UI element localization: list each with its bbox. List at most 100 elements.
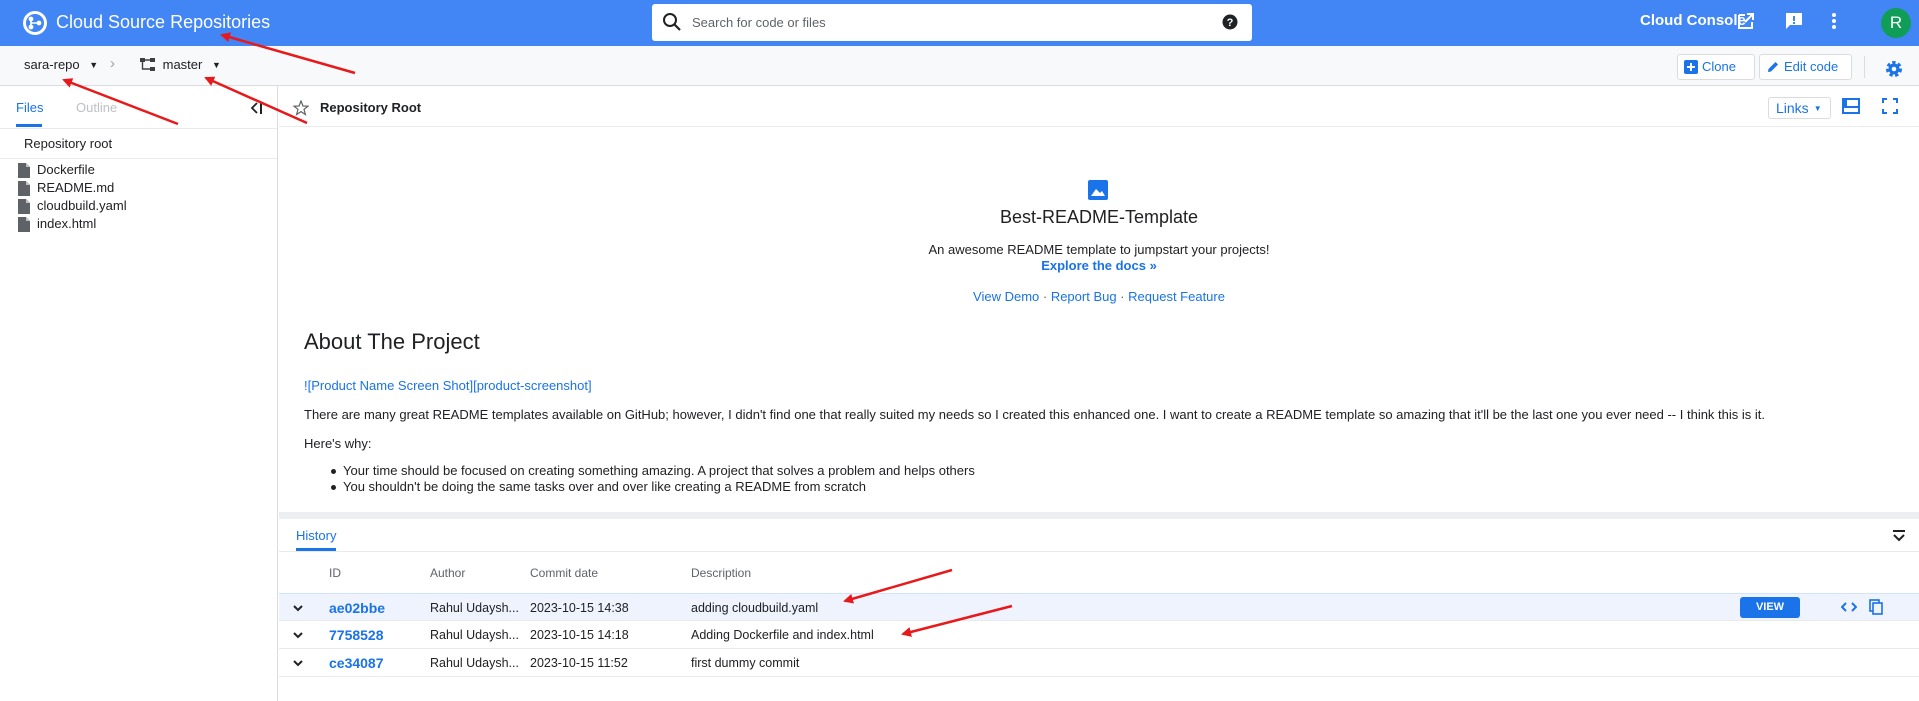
commit-author: Rahul Udaysh... <box>430 628 519 642</box>
main-panel: Repository Root Links ▼ Best-README-Templ… <box>279 86 1919 701</box>
tab-files[interactable]: Files <box>16 100 43 115</box>
app-header: Cloud Source Repositories ? Cloud Consol… <box>0 0 1919 46</box>
cloud-console-link[interactable]: Cloud Console <box>1640 12 1746 29</box>
copy-icon[interactable] <box>1869 599 1883 615</box>
commit-author: Rahul Udaysh... <box>430 656 519 670</box>
table-row[interactable]: 7758528 Rahul Udaysh... 2023-10-15 14:18… <box>279 621 1919 649</box>
branch-selector[interactable]: master ▼ <box>140 57 221 72</box>
tab-outline[interactable]: Outline <box>76 100 117 115</box>
caret-down-icon: ▼ <box>1813 104 1822 113</box>
report-bug-link[interactable]: Report Bug <box>1051 289 1117 304</box>
commit-description: first dummy commit <box>691 656 800 670</box>
link-separator: · <box>1116 289 1129 304</box>
commit-id-link[interactable]: ce34087 <box>329 655 384 671</box>
divider <box>1864 56 1865 78</box>
explore-docs-link[interactable]: Explore the docs » <box>279 258 1919 273</box>
search-icon <box>662 12 682 32</box>
repo-name: sara-repo <box>24 57 80 72</box>
commit-id-link[interactable]: ae02bbe <box>329 600 385 616</box>
divider <box>0 128 277 129</box>
avatar[interactable]: R <box>1881 8 1911 38</box>
column-header-author: Author <box>430 566 466 580</box>
collapse-sidebar-icon[interactable] <box>249 101 263 115</box>
app-title[interactable]: Cloud Source Repositories <box>56 12 270 33</box>
edit-code-button[interactable]: Edit code <box>1759 54 1852 80</box>
table-row[interactable]: ae02bbe Rahul Udaysh... 2023-10-15 14:38… <box>279 593 1919 621</box>
column-header-description: Description <box>691 566 752 580</box>
file-name: cloudbuild.yaml <box>37 198 127 213</box>
file-name: Dockerfile <box>37 162 95 177</box>
commit-description: Adding Dockerfile and index.html <box>691 628 874 642</box>
list-item: Your time should be focused on creating … <box>331 463 975 478</box>
file-icon <box>18 181 30 196</box>
chevron-down-icon[interactable] <box>292 658 304 668</box>
commit-id-link[interactable]: 7758528 <box>329 627 384 643</box>
links-dropdown[interactable]: Links ▼ <box>1768 97 1831 119</box>
repository-root-item[interactable]: Repository root <box>24 136 112 151</box>
collapse-history-icon[interactable] <box>1892 529 1906 543</box>
column-header-date: Commit date <box>530 566 599 580</box>
readme-why: Here's why: <box>304 436 372 451</box>
file-item[interactable]: Dockerfile <box>18 162 127 180</box>
chevron-down-icon[interactable] <box>292 603 304 613</box>
about-heading: About The Project <box>304 329 480 354</box>
file-item[interactable]: cloudbuild.yaml <box>18 198 127 216</box>
file-icon <box>18 217 30 232</box>
edit-code-label: Edit code <box>1784 59 1839 74</box>
help-icon[interactable]: ? <box>1222 14 1238 30</box>
link-separator: · <box>1039 289 1051 304</box>
column-header-id: ID <box>329 566 341 580</box>
table-row[interactable]: ce34087 Rahul Udaysh... 2023-10-15 11:52… <box>279 649 1919 677</box>
links-label: Links <box>1776 100 1809 116</box>
fullscreen-icon[interactable] <box>1882 98 1898 114</box>
view-demo-link[interactable]: View Demo <box>973 289 1039 304</box>
request-feature-link[interactable]: Request Feature <box>1128 289 1225 304</box>
list-item: You shouldn't be doing the same tasks ov… <box>331 479 975 495</box>
commit-author: Rahul Udaysh... <box>430 601 519 615</box>
chevron-down-icon[interactable] <box>292 630 304 640</box>
file-name: index.html <box>37 216 97 231</box>
view-commit-button[interactable]: VIEW <box>1740 597 1800 618</box>
caret-down-icon: ▼ <box>211 60 221 70</box>
image-icon <box>1088 180 1108 200</box>
divider <box>279 551 1919 552</box>
feedback-icon[interactable] <box>1784 11 1804 31</box>
readme-paragraph: There are many great README templates av… <box>304 407 1766 422</box>
star-icon[interactable] <box>293 100 309 116</box>
external-link-icon[interactable] <box>1736 11 1756 31</box>
layout-toggle-icon[interactable] <box>1842 98 1860 114</box>
file-sidebar: Files Outline Repository root Dockerfile… <box>0 86 278 701</box>
file-item[interactable]: index.html <box>18 216 127 234</box>
caret-down-icon: ▼ <box>89 60 99 70</box>
readme-tagline: An awesome README template to jumpstart … <box>928 242 1270 257</box>
tab-history[interactable]: History <box>296 528 336 543</box>
active-tab-indicator <box>16 124 42 127</box>
source-repos-logo-icon[interactable] <box>22 10 48 36</box>
page-title: Repository Root <box>320 100 422 115</box>
file-icon <box>18 163 30 178</box>
file-name: README.md <box>37 180 115 195</box>
readme-links: View Demo · Report Bug · Request Feature <box>279 289 1919 304</box>
readme-bullet-list: Your time should be focused on creating … <box>331 463 975 495</box>
breadcrumb-chevron-icon: › <box>110 55 115 72</box>
settings-icon[interactable] <box>1884 59 1904 79</box>
clone-label: Clone <box>1702 59 1736 74</box>
more-vert-icon[interactable] <box>1830 11 1838 31</box>
commit-date: 2023-10-15 14:38 <box>530 601 629 615</box>
divider <box>279 126 1919 127</box>
add-box-icon <box>1684 60 1698 74</box>
file-icon <box>18 199 30 214</box>
clone-button[interactable]: Clone <box>1677 54 1755 80</box>
branch-name: master <box>162 57 203 72</box>
file-tree: Dockerfile README.md cloudbuild.yaml ind… <box>18 162 127 234</box>
search-input[interactable] <box>692 4 1212 41</box>
repo-toolbar: sara-repo ▼ › master ▼ Clone Edit code <box>0 46 1919 86</box>
divider <box>0 158 277 159</box>
screenshot-reference-link[interactable]: ![Product Name Screen Shot][product-scre… <box>304 378 592 393</box>
code-icon[interactable] <box>1841 600 1857 614</box>
repo-selector[interactable]: sara-repo ▼ <box>24 57 98 72</box>
pencil-icon <box>1766 60 1780 74</box>
file-item[interactable]: README.md <box>18 180 127 198</box>
readme-title: Best-README-Template <box>999 207 1199 227</box>
search-box[interactable]: ? <box>652 4 1252 41</box>
